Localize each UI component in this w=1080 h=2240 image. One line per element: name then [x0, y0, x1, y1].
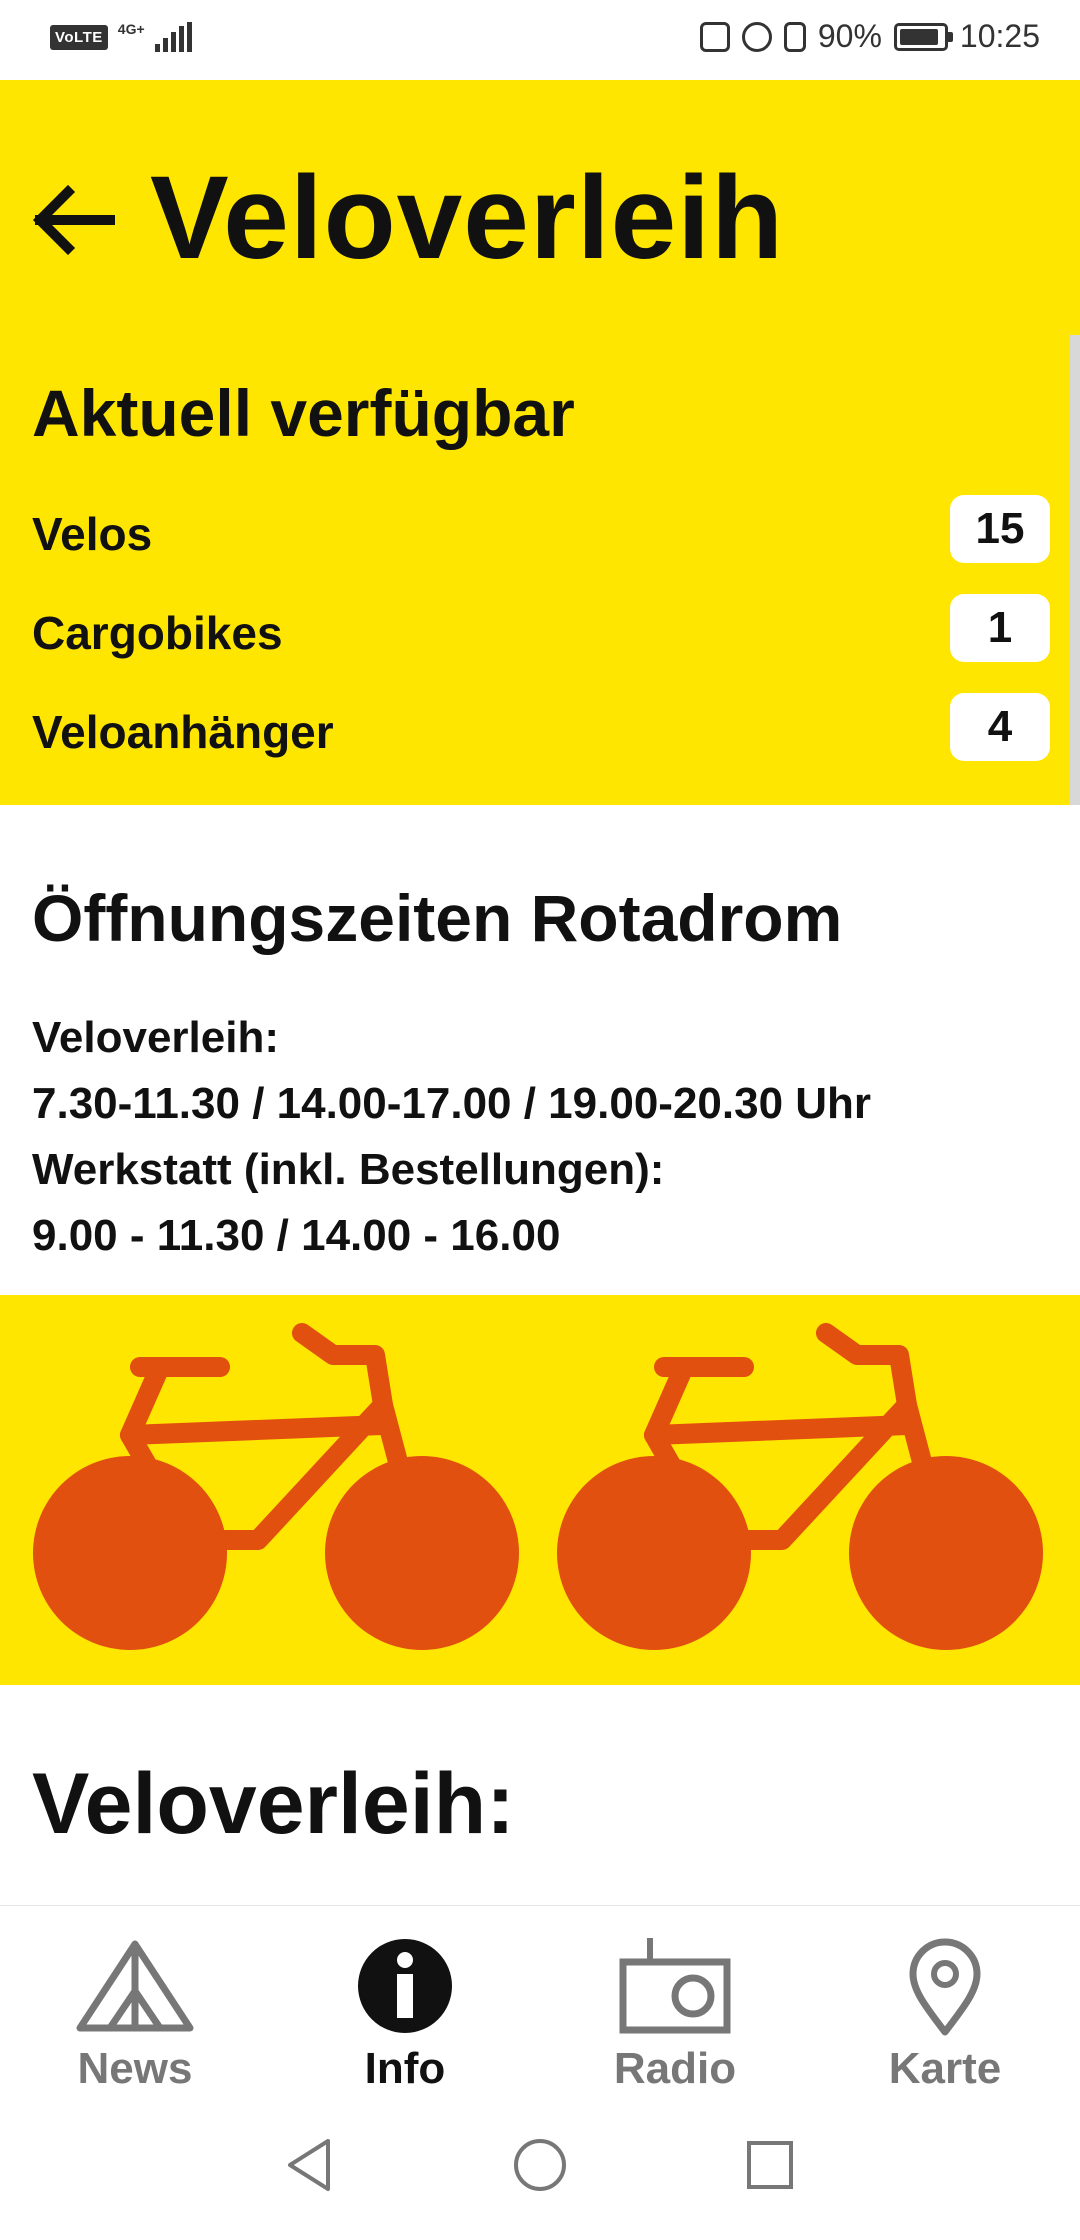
- nav-label: Radio: [613, 2044, 737, 2093]
- hours-line: 9.00 - 11.30 / 14.00 - 16.00: [32, 1211, 561, 1260]
- status-bar: VoLTE 4G+ 90% 10:25: [0, 0, 1080, 80]
- recents-square-icon[interactable]: [742, 2135, 798, 2195]
- arrow-left-icon[interactable]: [28, 180, 118, 260]
- opening-hours-title: Öffnungszeiten Rotadrom: [32, 881, 843, 955]
- vibrate-icon: [783, 21, 806, 52]
- page-title: Veloverleih: [150, 152, 785, 284]
- hours-line: Veloverleih:: [32, 1013, 280, 1062]
- bike-illustration: [33, 1323, 1043, 1650]
- map-pin-icon: [905, 1936, 985, 2041]
- bike-icon: [33, 1323, 519, 1650]
- availability-count: 1: [950, 594, 1050, 662]
- nav-item-radio[interactable]: Radio: [540, 1906, 810, 2096]
- signal-icon: [154, 22, 192, 52]
- availability-section: Aktuell verfügbar Velos 15 Cargobikes 1 …: [0, 330, 1080, 805]
- tent-icon: [70, 1936, 200, 2041]
- bike-icon: [557, 1323, 1043, 1650]
- availability-count: 15: [950, 495, 1050, 563]
- battery-percent: 90%: [817, 18, 882, 54]
- system-nav-bar: [0, 2095, 1080, 2240]
- availability-count: 4: [950, 693, 1050, 761]
- nav-item-info[interactable]: Info: [270, 1906, 540, 2096]
- opening-hours-section: Öffnungszeiten Rotadrom Veloverleih: 7.3…: [0, 805, 1080, 1295]
- bottom-nav: News Info Radio Karte: [0, 1905, 1080, 2096]
- availability-row-cargobikes: Cargobikes 1: [32, 594, 1050, 664]
- back-triangle-icon[interactable]: [282, 2135, 338, 2195]
- nav-label: News: [77, 2044, 193, 2093]
- section-heading: Veloverleih:: [32, 1756, 515, 1852]
- nav-item-karte[interactable]: Karte: [810, 1906, 1080, 2096]
- availability-label: Cargobikes: [32, 607, 283, 659]
- nav-item-news[interactable]: News: [0, 1906, 270, 2096]
- availability-row-velos: Velos 15: [32, 495, 1050, 565]
- status-left: VoLTE 4G+: [50, 21, 192, 52]
- battery-icon: [893, 22, 953, 51]
- app-header: Veloverleih: [0, 80, 1080, 330]
- availability-title: Aktuell verfügbar: [32, 376, 575, 450]
- availability-row-veloanhaenger: Veloanhänger 4: [32, 693, 1050, 763]
- opening-hours-text: Veloverleih: 7.30-11.30 / 14.00-17.00 / …: [32, 1005, 871, 1269]
- alarm-icon: [741, 21, 772, 52]
- hours-line: 7.30-11.30 / 14.00-17.00 / 19.00-20.30 U…: [32, 1079, 872, 1128]
- nfc-icon: [699, 21, 730, 52]
- home-circle-icon[interactable]: [510, 2135, 570, 2195]
- nav-label: Karte: [888, 2044, 1002, 2093]
- bike-banner: [0, 1295, 1080, 1685]
- availability-label: Velos: [32, 508, 153, 560]
- availability-label: Veloanhänger: [32, 706, 334, 758]
- status-right: 90% 10:25: [699, 18, 1040, 55]
- info-icon: [355, 1936, 455, 2041]
- volte-badge: VoLTE: [50, 24, 108, 50]
- hours-line: Werkstatt (inkl. Bestellungen):: [32, 1145, 665, 1194]
- clock: 10:25: [959, 18, 1040, 54]
- network-type: 4G+: [117, 21, 145, 37]
- nav-label: Info: [364, 2044, 446, 2093]
- radio-icon: [615, 1936, 735, 2041]
